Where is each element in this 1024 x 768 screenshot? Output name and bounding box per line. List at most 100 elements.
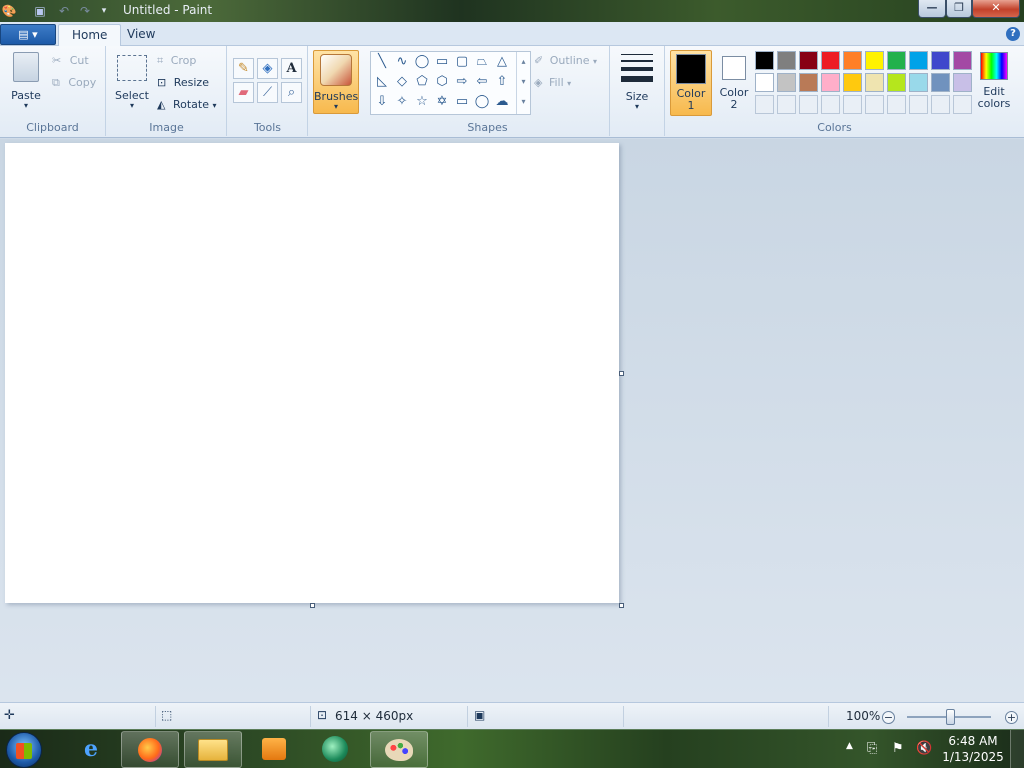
color1-button[interactable]: Color 1	[670, 50, 712, 116]
palette-swatch[interactable]	[777, 51, 796, 70]
palette-swatch[interactable]	[799, 51, 818, 70]
custom-color-slot[interactable]	[931, 95, 950, 114]
line-shape-icon[interactable]: ╲	[373, 53, 391, 71]
fill-bucket-icon[interactable]: ◈	[257, 58, 278, 79]
outline-button[interactable]: ✐ Outline ▾	[534, 52, 597, 70]
customize-quick-access-icon[interactable]: ▾	[96, 3, 112, 19]
up-arrow-shape-icon[interactable]: ⇧	[493, 73, 511, 91]
action-center-flag-icon[interactable]: ⚑	[892, 741, 904, 756]
palette-swatch[interactable]	[777, 73, 796, 92]
resize-button[interactable]: ⊡ Resize	[157, 74, 209, 92]
close-button[interactable]: ✕	[972, 0, 1020, 18]
custom-color-slot[interactable]	[777, 95, 796, 114]
scroll-down-icon[interactable]: ▾	[517, 72, 530, 92]
paint-app-icon[interactable]: 🎨	[1, 3, 17, 19]
custom-color-slot[interactable]	[799, 95, 818, 114]
show-hidden-icons-icon[interactable]: ▲	[846, 741, 853, 751]
cloud-callout-shape-icon[interactable]: ☁	[493, 93, 511, 111]
cut-button[interactable]: ✂ Cut	[52, 52, 89, 70]
resize-handle-right[interactable]	[619, 371, 624, 376]
palette-swatch[interactable]	[843, 51, 862, 70]
five-point-star-shape-icon[interactable]: ☆	[413, 93, 431, 111]
palette-swatch[interactable]	[755, 73, 774, 92]
hexagon-shape-icon[interactable]: ⬡	[433, 73, 451, 91]
show-desktop-button[interactable]	[1010, 730, 1024, 768]
expand-gallery-icon[interactable]: ▾	[517, 92, 530, 112]
drawing-canvas[interactable]	[5, 143, 619, 603]
resize-handle-bottom[interactable]	[310, 603, 315, 608]
paste-button[interactable]: Paste ▾	[6, 52, 46, 114]
paint-menu-button[interactable]: ▤ ▾	[0, 24, 56, 45]
rounded-rectangle-shape-icon[interactable]: ▢	[453, 53, 471, 71]
palette-swatch[interactable]	[953, 73, 972, 92]
volume-muted-icon[interactable]: 🔇	[916, 741, 932, 756]
start-button[interactable]	[6, 732, 42, 768]
right-arrow-shape-icon[interactable]: ⇨	[453, 73, 471, 91]
scroll-up-icon[interactable]: ▴	[517, 52, 530, 72]
palette-swatch[interactable]	[931, 51, 950, 70]
eraser-icon[interactable]: ▰	[233, 82, 254, 103]
palette-swatch[interactable]	[843, 73, 862, 92]
custom-color-slot[interactable]	[843, 95, 862, 114]
right-triangle-shape-icon[interactable]: ◺	[373, 73, 391, 91]
crop-button[interactable]: ⌗ Crop	[157, 52, 196, 70]
six-point-star-shape-icon[interactable]: ✡	[433, 93, 451, 111]
triangle-shape-icon[interactable]: △	[493, 53, 511, 71]
palette-swatch[interactable]	[953, 51, 972, 70]
palette-swatch[interactable]	[887, 73, 906, 92]
custom-color-slot[interactable]	[953, 95, 972, 114]
internet-explorer-icon[interactable]: e	[62, 731, 120, 768]
palette-swatch[interactable]	[799, 73, 818, 92]
oval-callout-shape-icon[interactable]: ◯	[473, 93, 491, 111]
minimize-button[interactable]: —	[918, 0, 946, 18]
redo-icon[interactable]: ↷	[77, 3, 93, 19]
zoom-slider-thumb[interactable]	[946, 709, 955, 725]
save-icon[interactable]: ▣	[32, 3, 48, 19]
help-icon[interactable]: ?	[1006, 27, 1020, 41]
palette-swatch[interactable]	[821, 73, 840, 92]
firefox-taskbar-button[interactable]	[121, 731, 179, 768]
four-point-star-shape-icon[interactable]: ✧	[393, 93, 411, 111]
palette-swatch[interactable]	[909, 51, 928, 70]
pencil-icon[interactable]: ✎	[233, 58, 254, 79]
tab-view[interactable]: View	[114, 24, 168, 46]
diamond-shape-icon[interactable]: ◇	[393, 73, 411, 91]
palette-swatch[interactable]	[865, 51, 884, 70]
polygon-shape-icon[interactable]: ⏢	[473, 53, 491, 71]
network-icon[interactable]: ⎘	[867, 741, 877, 756]
select-button[interactable]: Select ▾	[113, 52, 151, 114]
shapes-scroll[interactable]: ▴ ▾ ▾	[516, 52, 530, 114]
palette-swatch[interactable]	[755, 51, 774, 70]
undo-icon[interactable]: ↶	[56, 3, 72, 19]
custom-color-slot[interactable]	[821, 95, 840, 114]
zoom-in-button[interactable]: +	[1005, 711, 1018, 724]
edit-colors-button[interactable]: Edit colors	[977, 52, 1011, 116]
palette-swatch[interactable]	[865, 73, 884, 92]
palette-swatch[interactable]	[931, 73, 950, 92]
curve-shape-icon[interactable]: ∿	[393, 53, 411, 71]
palette-swatch[interactable]	[821, 51, 840, 70]
custom-color-slot[interactable]	[909, 95, 928, 114]
custom-color-slot[interactable]	[865, 95, 884, 114]
rotate-button[interactable]: ◭ Rotate ▾	[157, 96, 217, 114]
color-picker-icon[interactable]: ⟋	[257, 82, 278, 103]
brushes-button[interactable]: Brushes ▾	[313, 50, 359, 114]
fill-button[interactable]: ◈ Fill ▾	[534, 74, 571, 92]
resize-handle-corner[interactable]	[619, 603, 624, 608]
rounded-callout-shape-icon[interactable]: ▭	[453, 93, 471, 111]
size-button[interactable]: Size ▾	[616, 52, 658, 116]
palette-swatch[interactable]	[909, 73, 928, 92]
rectangle-shape-icon[interactable]: ▭	[433, 53, 451, 71]
text-tool-icon[interactable]: A	[281, 58, 302, 79]
left-arrow-shape-icon[interactable]: ⇦	[473, 73, 491, 91]
custom-color-slot[interactable]	[887, 95, 906, 114]
down-arrow-shape-icon[interactable]: ⇩	[373, 93, 391, 111]
tab-home[interactable]: Home	[58, 24, 122, 46]
maximize-button[interactable]: ❐	[946, 0, 972, 18]
media-center-taskbar-button[interactable]	[306, 731, 364, 768]
color2-button[interactable]: Color 2	[714, 50, 754, 116]
magnifier-icon[interactable]: ⌕	[281, 82, 302, 103]
copy-button[interactable]: ⧉ Copy	[52, 74, 96, 92]
file-explorer-taskbar-button[interactable]	[184, 731, 242, 768]
pentagon-shape-icon[interactable]: ⬠	[413, 73, 431, 91]
